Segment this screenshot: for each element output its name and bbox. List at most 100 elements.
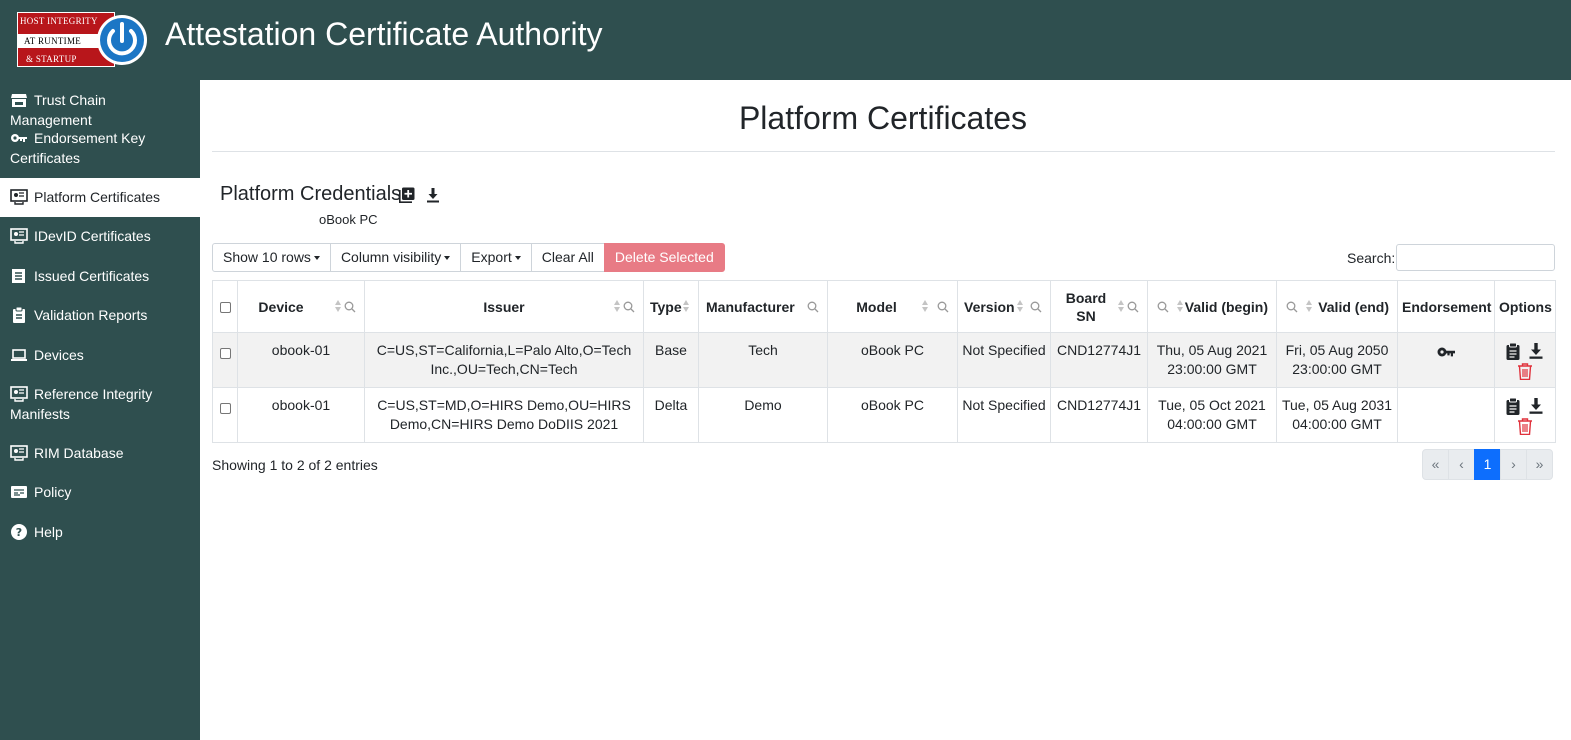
sort-icon[interactable] — [1306, 300, 1313, 312]
policy-card-icon — [10, 484, 28, 500]
cell-version: Not Specified — [957, 387, 1051, 443]
cell-board-sn: CND12774J1 — [1050, 387, 1148, 443]
sort-icon[interactable] — [1118, 300, 1125, 312]
date-line: 23:00:00 GMT — [1292, 361, 1382, 377]
sort-icon[interactable] — [683, 300, 690, 312]
sidebar-item-label: Reference Integrity Manifests — [10, 386, 153, 422]
column-header-label: Endorsement — [1402, 298, 1492, 315]
search-icon[interactable] — [807, 301, 819, 313]
trash-icon[interactable] — [1517, 418, 1533, 435]
search-icon[interactable] — [1030, 301, 1042, 313]
delete-selected-button[interactable]: Delete Selected — [603, 243, 725, 272]
search-input[interactable] — [1396, 244, 1555, 271]
next-page-button[interactable]: › — [1500, 449, 1527, 480]
issuer-line: C=US,ST=California,L=Palo Alto,O=Tech — [376, 342, 632, 358]
column-header-manufacturer[interactable]: Manufacturer — [698, 280, 828, 333]
sidebar-item-validation-reports[interactable]: Validation Reports — [0, 305, 200, 325]
column-header-label: SN — [1076, 307, 1096, 324]
column-header-issuer[interactable]: Issuer — [364, 280, 644, 333]
logo-line-3: & STARTUP — [26, 54, 77, 64]
sidebar-item-rim-database[interactable]: RIM Database — [0, 443, 200, 463]
previous-page-button[interactable]: ‹ — [1448, 449, 1475, 480]
column-header-valid-end[interactable]: Valid (end) — [1276, 280, 1398, 333]
page-1-button[interactable]: 1 — [1474, 449, 1501, 480]
caret-down-icon — [514, 256, 521, 260]
row-checkbox[interactable] — [219, 402, 231, 414]
laptop-icon — [10, 347, 28, 363]
last-page-button[interactable]: » — [1526, 449, 1553, 480]
cell-type: Base — [643, 332, 699, 388]
search-icon[interactable] — [1157, 301, 1169, 313]
sidebar-item-help[interactable]: ? Help — [0, 522, 200, 542]
hirs-logo[interactable]: HOST INTEGRITY AT RUNTIME & STARTUP — [17, 12, 147, 69]
show-rows-button[interactable]: Show 10 rows — [212, 243, 331, 272]
column-header-label: Issuer — [483, 298, 525, 315]
first-page-button[interactable]: « — [1422, 449, 1449, 480]
column-header-options: Options — [1494, 280, 1556, 333]
cell-board-sn: CND12774J1 — [1050, 332, 1148, 388]
sidebar-item-label: Validation Reports — [34, 307, 148, 323]
search-icon[interactable] — [1286, 301, 1298, 313]
issuer-line: Inc.,OU=Tech,CN=Tech — [430, 361, 578, 377]
cell-version: Not Specified — [957, 332, 1051, 388]
search-icon[interactable] — [623, 301, 635, 313]
section-title: Platform Credentials — [220, 183, 402, 205]
table-row[interactable]: obook-01 C=US,ST=MD,O=HIRS Demo,OU=HIRS D… — [212, 387, 1556, 443]
search-icon[interactable] — [937, 301, 949, 313]
section-subtitle: oBook PC — [319, 212, 378, 227]
sidebar-item-policy[interactable]: Policy — [0, 482, 200, 502]
column-header-board-sn[interactable]: Board SN — [1050, 280, 1148, 333]
download-icon[interactable] — [425, 187, 441, 203]
row-checkbox[interactable] — [219, 347, 231, 359]
sort-icon[interactable] — [1017, 300, 1024, 312]
caret-down-icon — [444, 256, 451, 260]
clear-all-button[interactable]: Clear All — [530, 243, 605, 272]
sort-icon[interactable] — [1177, 300, 1184, 312]
clipboard-details-icon[interactable] — [1506, 343, 1520, 360]
sort-icon[interactable] — [614, 300, 621, 312]
sidebar-item-reference-integrity-manifests[interactable]: Reference Integrity Manifests — [0, 384, 200, 424]
key-icon[interactable] — [1437, 346, 1455, 358]
sidebar-item-issued-certificates[interactable]: Issued Certificates — [0, 266, 200, 286]
caret-down-icon — [313, 256, 320, 260]
clipboard-details-icon[interactable] — [1506, 398, 1520, 415]
table-header-row: Device Issuer Type Manufacturer Model Ve… — [212, 280, 1556, 333]
store-icon — [10, 92, 28, 108]
sidebar-item-label: Policy — [34, 484, 72, 500]
sidebar-item-idevid-certificates[interactable]: IDevID Certificates — [0, 226, 200, 246]
column-header-label: Type — [650, 298, 682, 315]
sidebar-item-trust-chain[interactable]: Trust Chain Management — [0, 90, 200, 130]
column-header-type[interactable]: Type — [643, 280, 699, 333]
download-icon[interactable] — [1529, 398, 1543, 414]
add-certificate-icon[interactable] — [399, 187, 415, 203]
app-header: HOST INTEGRITY AT RUNTIME & STARTUP Atte… — [0, 0, 1571, 80]
sidebar-item-platform-certificates[interactable]: Platform Certificates — [0, 178, 200, 217]
cell-manufacturer: Demo — [698, 387, 828, 443]
table-row[interactable]: obook-01 C=US,ST=California,L=Palo Alto,… — [212, 332, 1556, 388]
sort-icon[interactable] — [922, 300, 929, 312]
cell-options — [1494, 387, 1556, 443]
column-visibility-button[interactable]: Column visibility — [329, 243, 462, 272]
column-header-label: Valid (end) — [1318, 298, 1389, 315]
table-toolbar: Show 10 rows Column visibility Export Cl… — [212, 243, 725, 272]
column-header-model[interactable]: Model — [827, 280, 958, 333]
cell-device: obook-01 — [237, 332, 365, 388]
table-info: Showing 1 to 2 of 2 entries — [212, 457, 378, 473]
column-header-device[interactable]: Device — [237, 280, 365, 333]
search-label: Search: — [1347, 250, 1396, 266]
logo-line-2: AT RUNTIME — [18, 34, 100, 48]
sort-icon[interactable] — [335, 300, 342, 312]
sidebar-item-endorsement-key[interactable]: Endorsement Key Certificates — [0, 128, 200, 168]
search-icon[interactable] — [344, 301, 356, 313]
download-icon[interactable] — [1529, 343, 1543, 359]
trash-icon[interactable] — [1517, 363, 1533, 380]
sidebar-item-devices[interactable]: Devices — [0, 345, 200, 365]
sidebar-item-label: IDevID Certificates — [34, 228, 151, 244]
column-header-valid-begin[interactable]: Valid (begin) — [1147, 280, 1277, 333]
select-all-checkbox[interactable] — [219, 302, 231, 314]
sidebar-item-label: Help — [34, 524, 63, 540]
column-header-label: Board — [1065, 289, 1107, 306]
search-icon[interactable] — [1127, 301, 1139, 313]
export-button[interactable]: Export — [460, 243, 532, 272]
column-header-version[interactable]: Version — [957, 280, 1051, 333]
